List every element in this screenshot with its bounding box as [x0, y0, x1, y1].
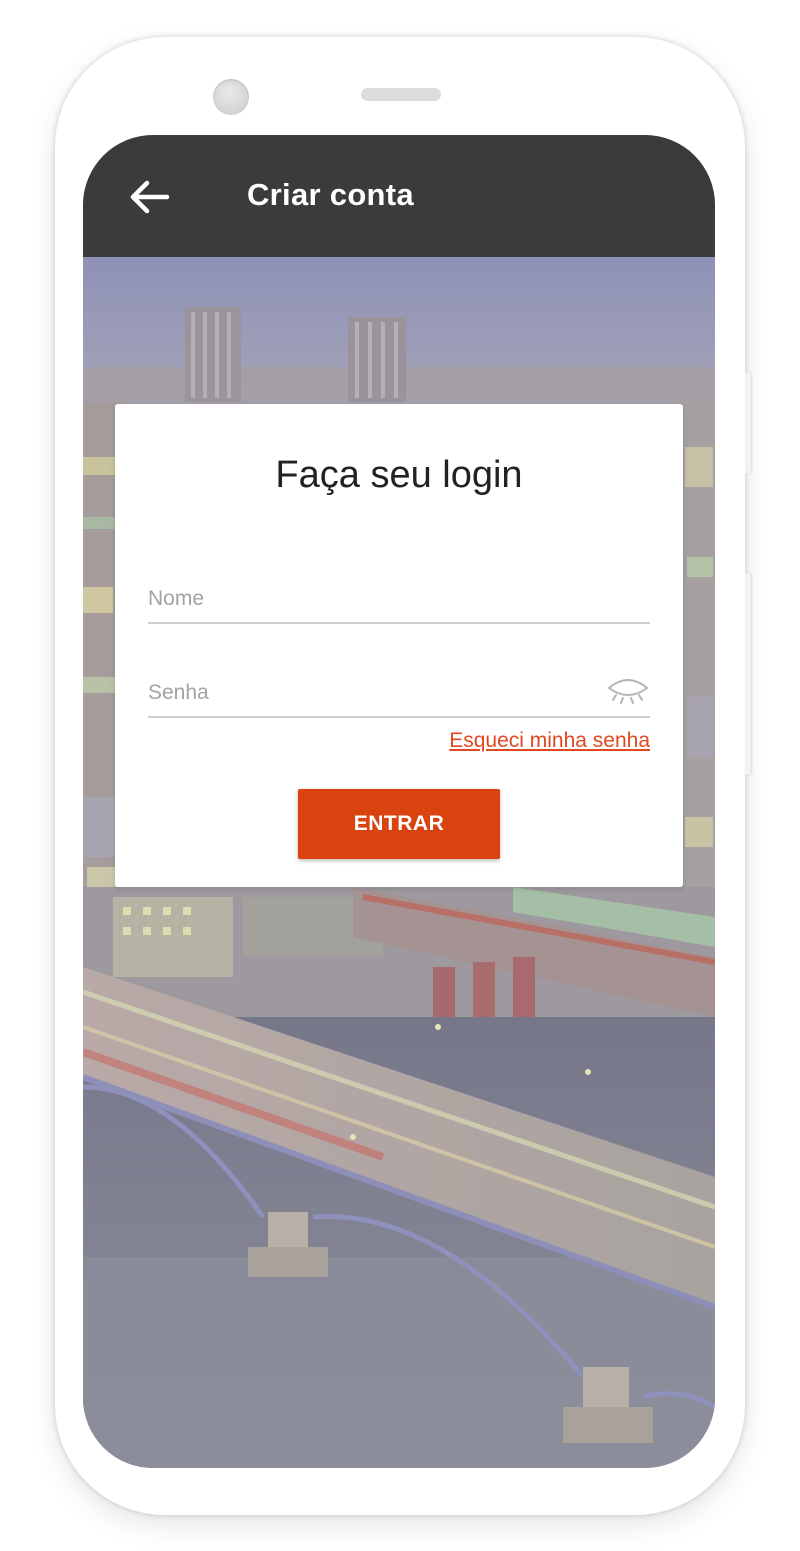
login-submit-button[interactable]: ENTRAR	[298, 789, 500, 859]
back-button[interactable]	[123, 173, 175, 221]
app-bar: Criar conta	[83, 135, 715, 257]
side-button-upper	[745, 372, 751, 474]
name-field[interactable]	[148, 578, 650, 624]
forgot-password-link[interactable]: Esqueci minha senha	[449, 728, 650, 754]
phone-screen: Criar conta Faça seu login Nome Esqueci …	[83, 135, 715, 1468]
login-card: Faça seu login Esqueci minha senha ENTRA…	[115, 404, 683, 887]
arrow-left-icon	[130, 180, 170, 214]
login-title: Faça seu login	[275, 454, 523, 496]
password-input[interactable]	[148, 676, 588, 710]
eye-closed-icon	[608, 679, 648, 704]
password-visibility-toggle[interactable]	[606, 674, 650, 706]
earpiece-speaker	[361, 88, 441, 101]
app-bar-title: Criar conta	[247, 177, 414, 212]
device-stage: Criar conta Faça seu login Nome Esqueci …	[0, 0, 800, 1551]
password-field[interactable]	[148, 672, 650, 718]
side-button-lower	[745, 573, 751, 775]
front-camera	[213, 79, 249, 115]
name-input[interactable]	[148, 582, 588, 616]
